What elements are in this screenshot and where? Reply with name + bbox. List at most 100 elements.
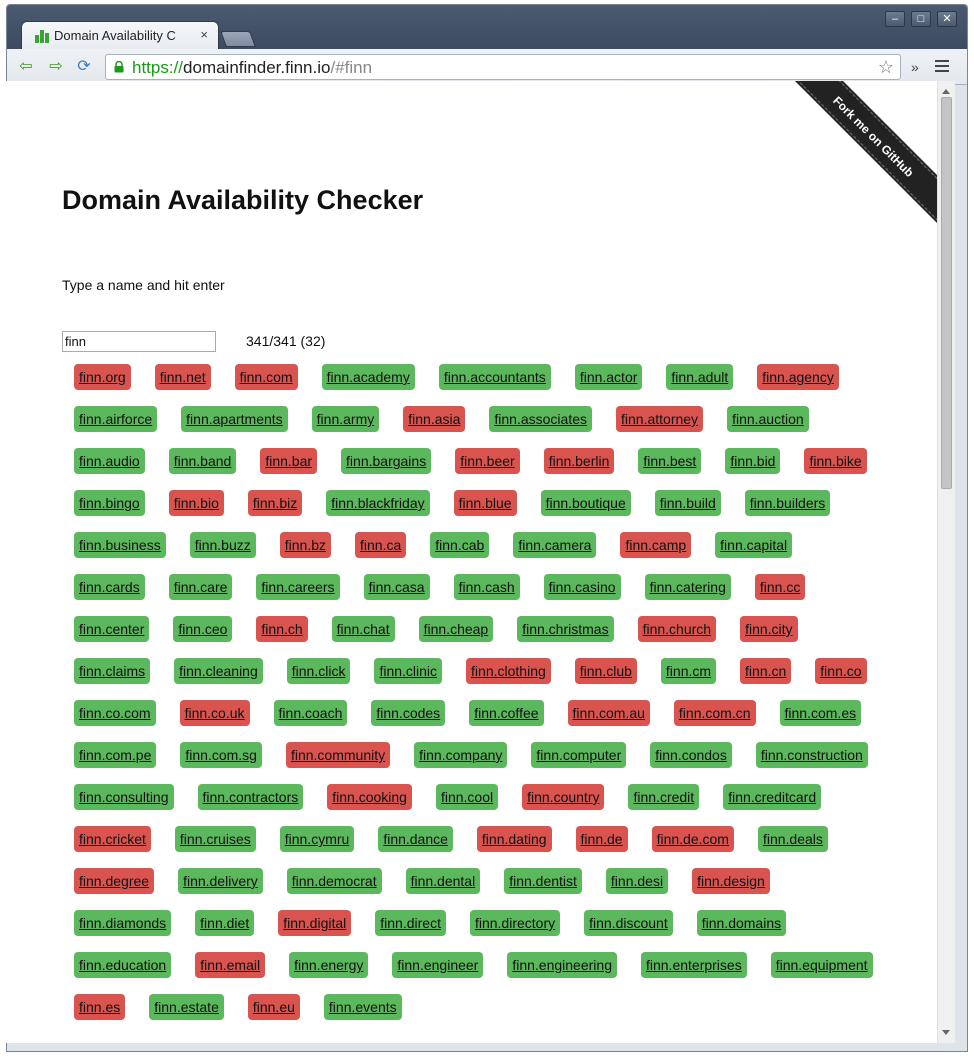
domain-link[interactable]: finn.army [311,406,380,432]
domain-link[interactable]: finn.actor [574,364,643,390]
scroll-up-arrow-icon[interactable] [942,89,950,94]
domain-link[interactable]: finn.clothing [466,658,551,684]
domain-link[interactable]: finn.boutique [540,490,631,516]
domain-link[interactable]: finn.com.cn [673,700,756,726]
domain-link[interactable]: finn.cricket [74,826,151,852]
domain-link[interactable]: finn.care [168,574,233,600]
domain-link[interactable]: finn.band [168,448,237,474]
domain-link[interactable]: finn.bid [725,448,781,474]
domain-link[interactable]: finn.ca [355,532,407,558]
domain-link[interactable]: finn.coach [273,700,348,726]
domain-link[interactable]: finn.deals [757,826,828,852]
fork-me-link[interactable]: Fork me on GitHub [788,81,937,230]
domain-link[interactable]: finn.com [234,364,298,390]
domain-link[interactable]: finn.com.pe [74,742,157,768]
domain-link[interactable]: finn.audio [74,448,145,474]
domain-link[interactable]: finn.com.au [567,700,650,726]
domain-link[interactable]: finn.beer [455,448,520,474]
domain-link[interactable]: finn.ch [256,616,308,642]
domain-link[interactable]: finn.digital [278,910,352,936]
domain-link[interactable]: finn.bingo [74,490,145,516]
domain-link[interactable]: finn.computer [531,742,627,768]
domain-link[interactable]: finn.domains [696,910,787,936]
domain-link[interactable]: finn.blue [453,490,517,516]
domain-link[interactable]: finn.casino [543,574,621,600]
domain-link[interactable]: finn.camp [620,532,692,558]
domain-link[interactable]: finn.bar [260,448,318,474]
domain-link[interactable]: finn.careers [256,574,340,600]
domain-link[interactable]: finn.diamonds [74,910,172,936]
domain-link[interactable]: finn.dental [405,868,481,894]
domain-link[interactable]: finn.cleaning [174,658,263,684]
domain-link[interactable]: finn.diet [195,910,255,936]
domain-link[interactable]: finn.com.es [779,700,862,726]
domain-link[interactable]: finn.airforce [74,406,158,432]
domain-link[interactable]: finn.codes [371,700,446,726]
domain-link[interactable]: finn.ceo [173,616,233,642]
domain-link[interactable]: finn.associates [489,406,592,432]
domain-link[interactable]: finn.email [195,952,266,978]
domain-link[interactable]: finn.cheap [418,616,494,642]
domain-link[interactable]: finn.adult [666,364,734,390]
domain-link[interactable]: finn.asia [403,406,466,432]
domain-link[interactable]: finn.academy [321,364,415,390]
domain-link[interactable]: finn.engineer [392,952,484,978]
domain-link[interactable]: finn.cymru [279,826,355,852]
domain-link[interactable]: finn.click [286,658,351,684]
domain-link[interactable]: finn.de [575,826,628,852]
domain-link[interactable]: finn.net [154,364,211,390]
domain-link[interactable]: finn.de.com [651,826,734,852]
domain-link[interactable]: finn.equipment [770,952,873,978]
domain-link[interactable]: finn.cash [453,574,520,600]
domain-link[interactable]: finn.enterprises [640,952,747,978]
domain-link[interactable]: finn.credit [628,784,700,810]
domain-link[interactable]: finn.cn [740,658,792,684]
domain-link[interactable]: finn.community [285,742,391,768]
domain-link[interactable]: finn.christmas [517,616,614,642]
domain-link[interactable]: finn.casa [363,574,430,600]
domain-link[interactable]: finn.cards [74,574,145,600]
address-bar[interactable]: https://domainfinder.finn.io/#finn ☆ [105,54,901,80]
domain-link[interactable]: finn.condos [650,742,732,768]
domain-link[interactable]: finn.es [74,994,126,1020]
extensions-chevron[interactable]: » [911,59,919,75]
domain-link[interactable]: finn.dance [378,826,453,852]
domain-link[interactable]: finn.org [74,364,131,390]
domain-link[interactable]: finn.claims [74,658,151,684]
domain-name-input[interactable] [62,331,216,352]
domain-link[interactable]: finn.coffee [469,700,544,726]
domain-link[interactable]: finn.catering [644,574,731,600]
domain-link[interactable]: finn.club [574,658,637,684]
domain-link[interactable]: finn.cab [430,532,490,558]
maximize-button[interactable]: □ [911,11,931,27]
domain-link[interactable]: finn.buzz [189,532,256,558]
domain-link[interactable]: finn.contractors [197,784,304,810]
domain-link[interactable]: finn.events [323,994,402,1020]
domain-link[interactable]: finn.energy [289,952,369,978]
domain-link[interactable]: finn.bike [804,448,867,474]
menu-icon[interactable] [935,58,949,72]
domain-link[interactable]: finn.cooking [327,784,412,810]
domain-link[interactable]: finn.blackfriday [326,490,430,516]
domain-link[interactable]: finn.bargains [341,448,432,474]
domain-link[interactable]: finn.best [638,448,702,474]
domain-link[interactable]: finn.camera [513,532,597,558]
domain-link[interactable]: finn.engineering [507,952,617,978]
domain-link[interactable]: finn.cm [660,658,717,684]
browser-tab[interactable]: Domain Availability C × [21,21,219,49]
domain-link[interactable]: finn.clinic [374,658,443,684]
new-tab-button[interactable] [220,31,256,47]
domain-link[interactable]: finn.center [74,616,150,642]
domain-link[interactable]: finn.cool [435,784,499,810]
domain-link[interactable]: finn.city [740,616,798,642]
domain-link[interactable]: finn.creditcard [723,784,822,810]
domain-link[interactable]: finn.agency [757,364,839,390]
domain-link[interactable]: finn.attorney [616,406,704,432]
domain-link[interactable]: finn.cc [754,574,806,600]
domain-link[interactable]: finn.direct [375,910,446,936]
domain-link[interactable]: finn.chat [331,616,395,642]
domain-link[interactable]: finn.com.sg [180,742,262,768]
scroll-down-arrow-icon[interactable] [942,1030,950,1035]
domain-link[interactable]: finn.co.com [74,700,156,726]
domain-link[interactable]: finn.co [815,658,867,684]
